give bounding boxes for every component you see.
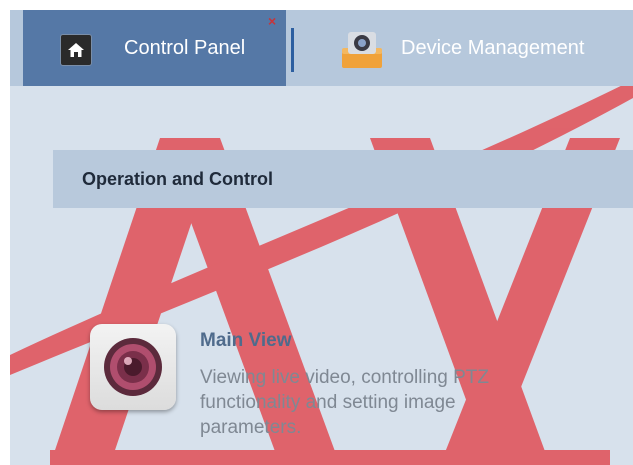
tab-control-panel[interactable]: Control Panel ×: [23, 10, 286, 86]
app-window: Control Panel × Device Management Operat…: [10, 10, 633, 465]
tab-device-management-label: Device Management: [401, 37, 585, 59]
tab-device-management[interactable]: Device Management: [300, 10, 633, 86]
camera-lens-icon: [104, 338, 162, 396]
tab-bar: Control Panel × Device Management: [10, 10, 633, 86]
section-header: Operation and Control: [53, 150, 633, 208]
main-view-tile[interactable]: [90, 324, 176, 410]
tab-control-panel-label: Control Panel: [124, 37, 246, 59]
close-icon[interactable]: ×: [268, 13, 276, 29]
device-management-icon: [342, 32, 382, 68]
tab-divider: [291, 28, 294, 72]
home-icon: [60, 34, 92, 66]
main-view-title[interactable]: Main View: [200, 330, 292, 352]
section-title: Operation and Control: [82, 168, 273, 189]
main-view-description: Viewing live video, controlling PTZ func…: [200, 367, 490, 438]
